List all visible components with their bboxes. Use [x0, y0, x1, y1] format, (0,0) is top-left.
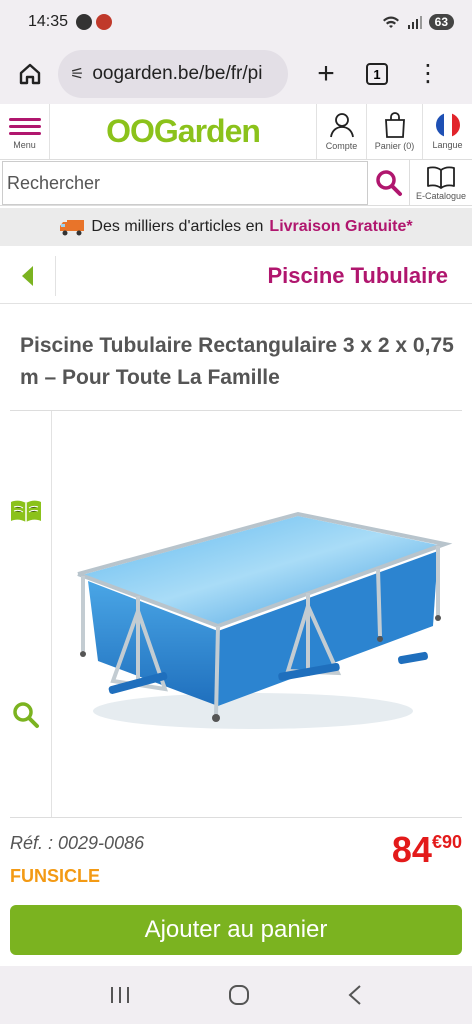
back-icon[interactable] [347, 984, 363, 1006]
search-icon [375, 169, 402, 196]
product-reference: Réf. : 0029-0086 [10, 833, 145, 853]
divider [10, 817, 462, 818]
url-text: oogarden.be/be/fr/pi [92, 63, 263, 84]
account-label: Compte [325, 141, 358, 151]
search-input[interactable] [2, 161, 368, 205]
menu-icon [8, 114, 41, 139]
status-bar: 14:35 63 [0, 0, 472, 44]
notification-icons [76, 14, 113, 30]
battery-indicator: 63 [428, 14, 454, 30]
messenger-icon [76, 14, 93, 30]
language-label: Langue [432, 140, 463, 150]
flag-fr-icon [435, 113, 460, 137]
catalog-label: E-Catalogue [415, 190, 467, 201]
chevron-left-icon [21, 265, 33, 286]
catalog-button[interactable]: E-Catalogue [410, 160, 472, 205]
status-right: 63 [381, 14, 454, 30]
home-circle-icon[interactable] [228, 984, 250, 1006]
status-time: 14:35 [28, 13, 69, 30]
price-decimal: €90 [431, 832, 462, 852]
open-book-icon[interactable] [9, 499, 43, 523]
browser-home-button[interactable] [12, 56, 48, 92]
zoom-icon[interactable] [12, 701, 40, 729]
category-bar: Piscine Tubulaire [0, 248, 472, 304]
signal-icon [407, 16, 422, 29]
promo-text: Des milliers d'articles en [91, 218, 264, 235]
tune-icon[interactable]: ⚟ [70, 64, 84, 84]
site-logo[interactable]: OOGarden [50, 104, 316, 159]
site-header: Menu OOGarden Compte Panier (0) Langue [0, 104, 472, 160]
category-title: Piscine Tubulaire [267, 262, 448, 288]
product-brand[interactable]: FUNSICLE [10, 866, 100, 887]
account-button[interactable]: Compte [316, 104, 366, 159]
user-icon [329, 113, 354, 138]
bag-icon [384, 112, 405, 138]
address-bar[interactable]: ⚟ oogarden.be/be/fr/pi [58, 50, 288, 98]
home-icon [19, 63, 41, 85]
more-icon[interactable]: ⋮ [416, 62, 440, 86]
search-row: E-Catalogue [0, 160, 472, 206]
catalog-book-icon [427, 166, 455, 189]
app-notification-icon [96, 14, 113, 30]
language-button[interactable]: Langue [422, 104, 472, 159]
menu-button[interactable]: Menu [0, 104, 50, 159]
product-title: Piscine Tubulaire Rectangulaire 3 x 2 x … [20, 334, 454, 389]
product-image[interactable] [53, 411, 462, 817]
add-to-cart-button[interactable]: Ajouter au panier [10, 905, 462, 955]
system-nav-bar [0, 966, 472, 1024]
menu-label: Menu [13, 139, 36, 150]
promo-highlight: Livraison Gratuite* [269, 218, 413, 235]
promo-banner[interactable]: Des milliers d'articles en Livraison Gra… [0, 208, 472, 246]
browser-toolbar: ⚟ oogarden.be/be/fr/pi + 1 ⋮ [0, 44, 472, 104]
cart-label: Panier (0) [374, 141, 415, 151]
search-button[interactable] [368, 160, 410, 205]
new-tab-button[interactable]: + [308, 59, 344, 89]
product-price: 84 €90 [392, 830, 462, 870]
cart-button[interactable]: Panier (0) [366, 104, 422, 159]
wifi-icon [382, 16, 399, 28]
recents-icon[interactable] [109, 986, 131, 1004]
pool-illustration [77, 511, 453, 729]
truck-icon [60, 220, 85, 236]
price-integer: 84 [391, 829, 432, 870]
image-side-toolbar [0, 411, 52, 817]
category-back-button[interactable] [0, 255, 56, 296]
tab-switcher-button[interactable]: 1 [366, 63, 388, 85]
